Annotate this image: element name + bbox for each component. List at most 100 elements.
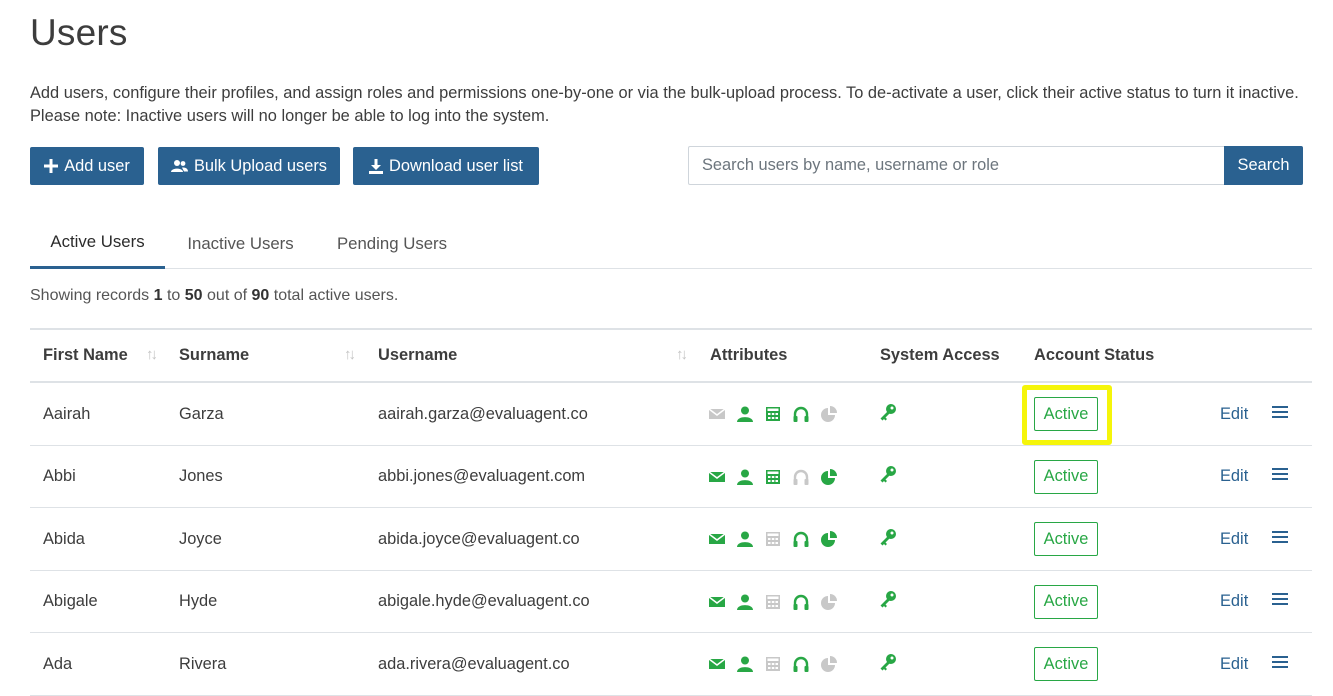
attributes-cell [708,508,838,570]
user-icon [736,468,754,486]
calculator-icon [764,468,782,486]
username-cell: aairah.garza@evaluagent.co [378,404,588,423]
user-icon [736,593,754,611]
highlight-box [1022,385,1112,445]
envelope-icon [708,593,726,611]
calculator-icon [764,405,782,423]
account-status-cell: Active [1034,446,1134,508]
hamburger-menu-icon[interactable] [1272,655,1288,674]
row-menu-cell [1272,446,1288,508]
user-tabs: Active Users Inactive Users Pending User… [30,218,1312,269]
username-cell: abbi.jones@evaluagent.com [378,467,586,485]
tab-active-users[interactable]: Active Users [30,218,165,269]
attributes-cell [708,571,838,633]
header-account-status: Account Status [1034,346,1155,364]
edit-link[interactable]: Edit [1220,467,1248,486]
edit-cell: Edit [1220,633,1248,695]
sort-username-icon[interactable]: ↑↓ [676,346,688,363]
key-icon [879,653,897,676]
table-body: Aairah Garza aairah.garza@evaluagent.co [30,383,1312,696]
page-description: Add users, configure their profiles, and… [30,84,1299,125]
status-badge[interactable]: Active [1034,647,1098,681]
users-table: First Name ↑↓ Surname ↑↓ Username ↑↓ Att… [30,328,1312,696]
edit-link[interactable]: Edit [1220,592,1248,611]
status-badge[interactable]: Active [1034,522,1098,556]
system-access-cell [879,383,897,445]
status-badge[interactable]: Active [1034,459,1098,494]
bulk-upload-button[interactable]: Bulk Upload users [158,147,340,185]
first-name-cell: Aairah [43,404,91,423]
header-surname[interactable]: Surname [179,330,249,381]
hamburger-menu-icon[interactable] [1272,530,1288,549]
header-username[interactable]: Username [378,330,457,381]
search-button[interactable]: Search [1224,146,1303,185]
attributes-cell [708,633,838,695]
surname-cell: Hyde [179,592,218,610]
pie-chart-icon [820,530,838,548]
headset-icon [792,655,810,673]
edit-link[interactable]: Edit [1220,655,1248,674]
first-name-cell: Abbi [43,467,76,485]
status-badge[interactable]: Active [1022,385,1112,445]
header-attributes: Attributes [710,346,788,364]
edit-cell: Edit [1220,508,1248,570]
search-bar: Search [688,146,1303,185]
pie-chart-icon [820,655,838,673]
table-row: Ada Rivera ada.rivera@evaluagent.co Acti… [30,633,1312,696]
download-user-list-label: Download user list [389,156,523,175]
headset-icon [792,593,810,611]
surname-cell: Rivera [179,654,227,673]
surname-cell: Joyce [179,529,222,548]
first-name-cell: Abida [43,529,85,548]
first-name-cell: Ada [43,654,73,673]
tab-inactive-users[interactable]: Inactive Users [172,218,309,269]
account-status-cell: Active [1034,633,1134,695]
system-access-cell [879,508,897,570]
headset-icon [792,530,810,548]
calculator-icon [764,593,782,611]
records-to-word: to [166,287,181,304]
edit-cell: Edit [1220,446,1248,508]
edit-cell: Edit [1220,571,1248,633]
sort-surname-icon[interactable]: ↑↓ [344,346,356,363]
envelope-icon [708,655,726,673]
user-icon [736,655,754,673]
records-suffix: total active users. [273,287,399,304]
user-icon [736,405,754,423]
hamburger-menu-icon[interactable] [1272,592,1288,611]
plus-icon [44,159,59,173]
envelope-icon [708,405,726,423]
pie-chart-icon [820,468,838,486]
row-menu-cell [1272,571,1288,633]
table-row: Abida Joyce abida.joyce@evaluagent.co Ac… [30,508,1312,571]
account-status-cell: Active [1022,383,1134,445]
status-badge[interactable]: Active [1034,584,1098,619]
add-user-button[interactable]: Add user [30,147,144,185]
edit-link[interactable]: Edit [1220,405,1248,424]
key-icon [879,465,897,488]
add-user-label: Add user [64,156,130,175]
pie-chart-icon [820,593,838,611]
hamburger-menu-icon[interactable] [1272,467,1288,486]
headset-icon [792,405,810,423]
header-system-access: System Access [880,346,1000,364]
table-header: First Name ↑↓ Surname ↑↓ Username ↑↓ Att… [30,330,1312,383]
edit-link[interactable]: Edit [1220,530,1248,549]
records-to: 50 [184,287,203,304]
hamburger-menu-icon[interactable] [1272,405,1288,424]
calculator-icon [764,530,782,548]
tab-pending-users[interactable]: Pending Users [322,218,462,269]
sort-first-name-icon[interactable]: ↑↓ [146,346,158,363]
envelope-icon [708,468,726,486]
attributes-cell [708,383,838,445]
key-icon [879,590,897,613]
key-icon [879,403,897,426]
header-first-name[interactable]: First Name [43,330,128,381]
search-input[interactable] [688,146,1224,185]
edit-cell: Edit [1220,383,1248,445]
username-cell: ada.rivera@evaluagent.co [378,654,570,673]
key-icon [879,528,897,551]
row-menu-cell [1272,633,1288,695]
download-user-list-button[interactable]: Download user list [353,147,539,185]
headset-icon [792,468,810,486]
